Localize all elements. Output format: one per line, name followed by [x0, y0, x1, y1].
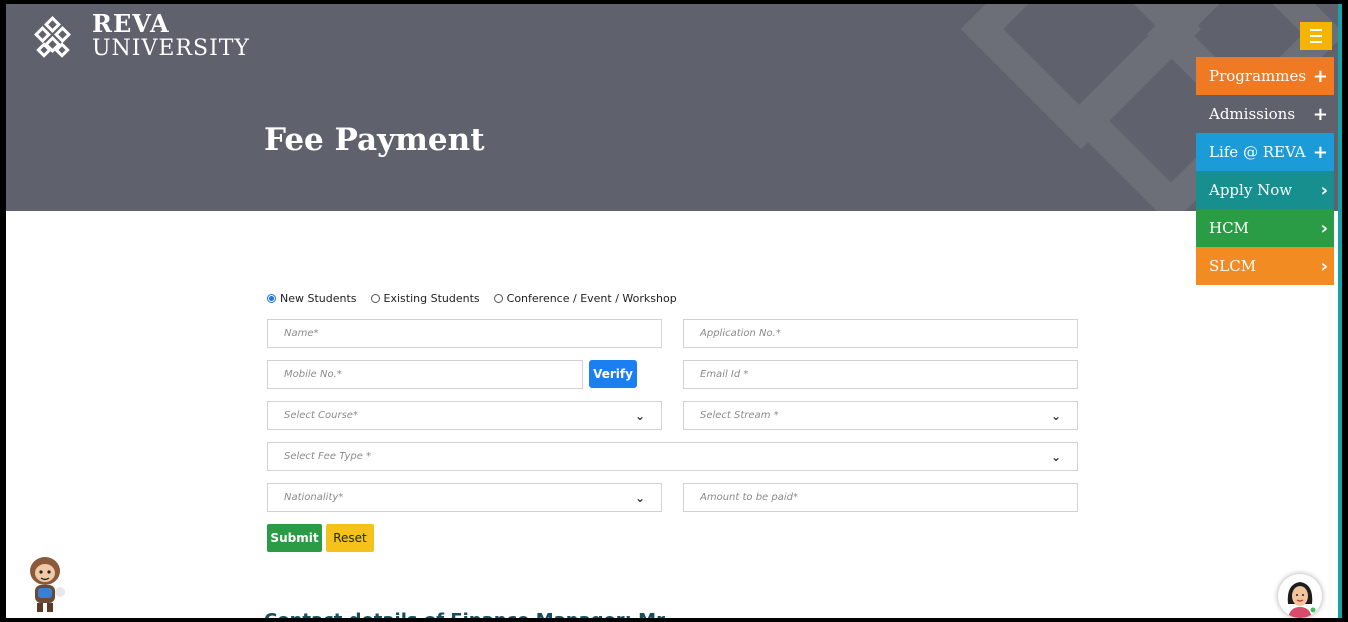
- logo-title: REVA: [92, 9, 170, 38]
- chevron-down-icon: ⌄: [634, 408, 645, 423]
- nationality-select[interactable]: Nationality* ⌄: [267, 483, 662, 512]
- menu-item-slcm[interactable]: SLCM ›: [1196, 247, 1334, 285]
- radio-unselected-icon: [370, 293, 380, 303]
- radio-label: New Students: [280, 291, 357, 305]
- menu-item-apply-now[interactable]: Apply Now ›: [1196, 171, 1334, 209]
- select-value: Nationality*: [284, 492, 344, 503]
- course-select[interactable]: Select Course* ⌄: [267, 401, 662, 430]
- section-heading: Contact details of Finance Manager: Mr.: [264, 610, 669, 618]
- field-placeholder: Mobile No.*: [284, 369, 342, 380]
- page-title: Fee Payment: [264, 122, 485, 158]
- side-menu: Programmes + Admissions + Life @ REVA + …: [1196, 57, 1334, 285]
- submit-button[interactable]: Submit: [267, 524, 322, 552]
- expand-plus-icon: +: [1312, 141, 1328, 163]
- university-logo[interactable]: REVA UNIVERSITY: [34, 12, 250, 60]
- field-placeholder: Application No.*: [700, 328, 781, 339]
- menu-item-label: Admissions: [1209, 105, 1296, 123]
- field-placeholder: Email Id *: [700, 369, 749, 380]
- menu-item-life-at-reva[interactable]: Life @ REVA +: [1196, 133, 1334, 171]
- expand-plus-icon: +: [1312, 65, 1328, 87]
- field-placeholder: Amount to be paid*: [700, 492, 798, 503]
- page-header: REVA UNIVERSITY Fee Payment: [6, 4, 1338, 211]
- chat-assistant-icon: [1287, 582, 1316, 618]
- select-value: Select Fee Type *: [284, 451, 372, 462]
- select-value: Select Stream *: [700, 410, 779, 421]
- chevron-down-icon: ⌄: [634, 490, 645, 505]
- amount-input[interactable]: Amount to be paid*: [683, 483, 1078, 512]
- radio-new-students[interactable]: New Students: [267, 292, 357, 305]
- student-type-radio-group: New Students Existing Students Conferenc…: [267, 289, 1078, 307]
- fee-payment-form: New Students Existing Students Conferenc…: [267, 289, 1078, 552]
- menu-item-hcm[interactable]: HCM ›: [1196, 209, 1334, 247]
- menu-item-label: SLCM: [1209, 257, 1257, 275]
- application-no-input[interactable]: Application No.*: [683, 319, 1078, 348]
- logo-mark-icon: [34, 16, 71, 58]
- menu-item-label: Life @ REVA: [1209, 143, 1306, 161]
- chevron-down-icon: ⌄: [1050, 449, 1061, 464]
- mobile-input[interactable]: Mobile No.*: [267, 360, 583, 389]
- page: REVA UNIVERSITY Fee Payment Programmes +…: [6, 4, 1342, 618]
- name-input[interactable]: Name*: [267, 319, 662, 348]
- stream-select[interactable]: Select Stream * ⌄: [683, 401, 1078, 430]
- chevron-right-icon: ›: [1320, 217, 1328, 239]
- fee-type-select[interactable]: Select Fee Type * ⌄: [267, 442, 1078, 471]
- verify-button[interactable]: Verify: [589, 360, 637, 388]
- chat-assistant-avatar[interactable]: [1278, 574, 1322, 618]
- radio-existing-students[interactable]: Existing Students: [370, 291, 480, 305]
- radio-label: Existing Students: [383, 291, 480, 305]
- menu-item-label: HCM: [1209, 219, 1249, 237]
- radio-label: Conference / Event / Workshop: [506, 291, 677, 305]
- logo-wordmark: REVA UNIVERSITY: [92, 12, 250, 60]
- menu-item-programmes[interactable]: Programmes +: [1196, 57, 1334, 95]
- radio-selected-icon: [267, 293, 276, 303]
- chevron-down-icon: ⌄: [1050, 408, 1061, 423]
- logo-subtitle: UNIVERSITY: [92, 36, 250, 61]
- radio-unselected-icon: [493, 293, 503, 303]
- hamburger-menu-icon[interactable]: [1300, 22, 1332, 50]
- expand-plus-icon: +: [1312, 103, 1328, 125]
- menu-item-label: Apply Now: [1209, 181, 1293, 199]
- chevron-right-icon: ›: [1320, 179, 1328, 201]
- select-value: Select Course*: [284, 410, 358, 421]
- menu-item-admissions[interactable]: Admissions +: [1196, 95, 1334, 133]
- mascot-icon[interactable]: [22, 554, 68, 616]
- email-input[interactable]: Email Id *: [683, 360, 1078, 389]
- field-placeholder: Name*: [284, 328, 319, 339]
- radio-conference-event-workshop[interactable]: Conference / Event / Workshop: [493, 291, 677, 305]
- chevron-right-icon: ›: [1320, 255, 1328, 277]
- menu-item-label: Programmes: [1209, 67, 1307, 85]
- reset-button[interactable]: Reset: [326, 524, 374, 552]
